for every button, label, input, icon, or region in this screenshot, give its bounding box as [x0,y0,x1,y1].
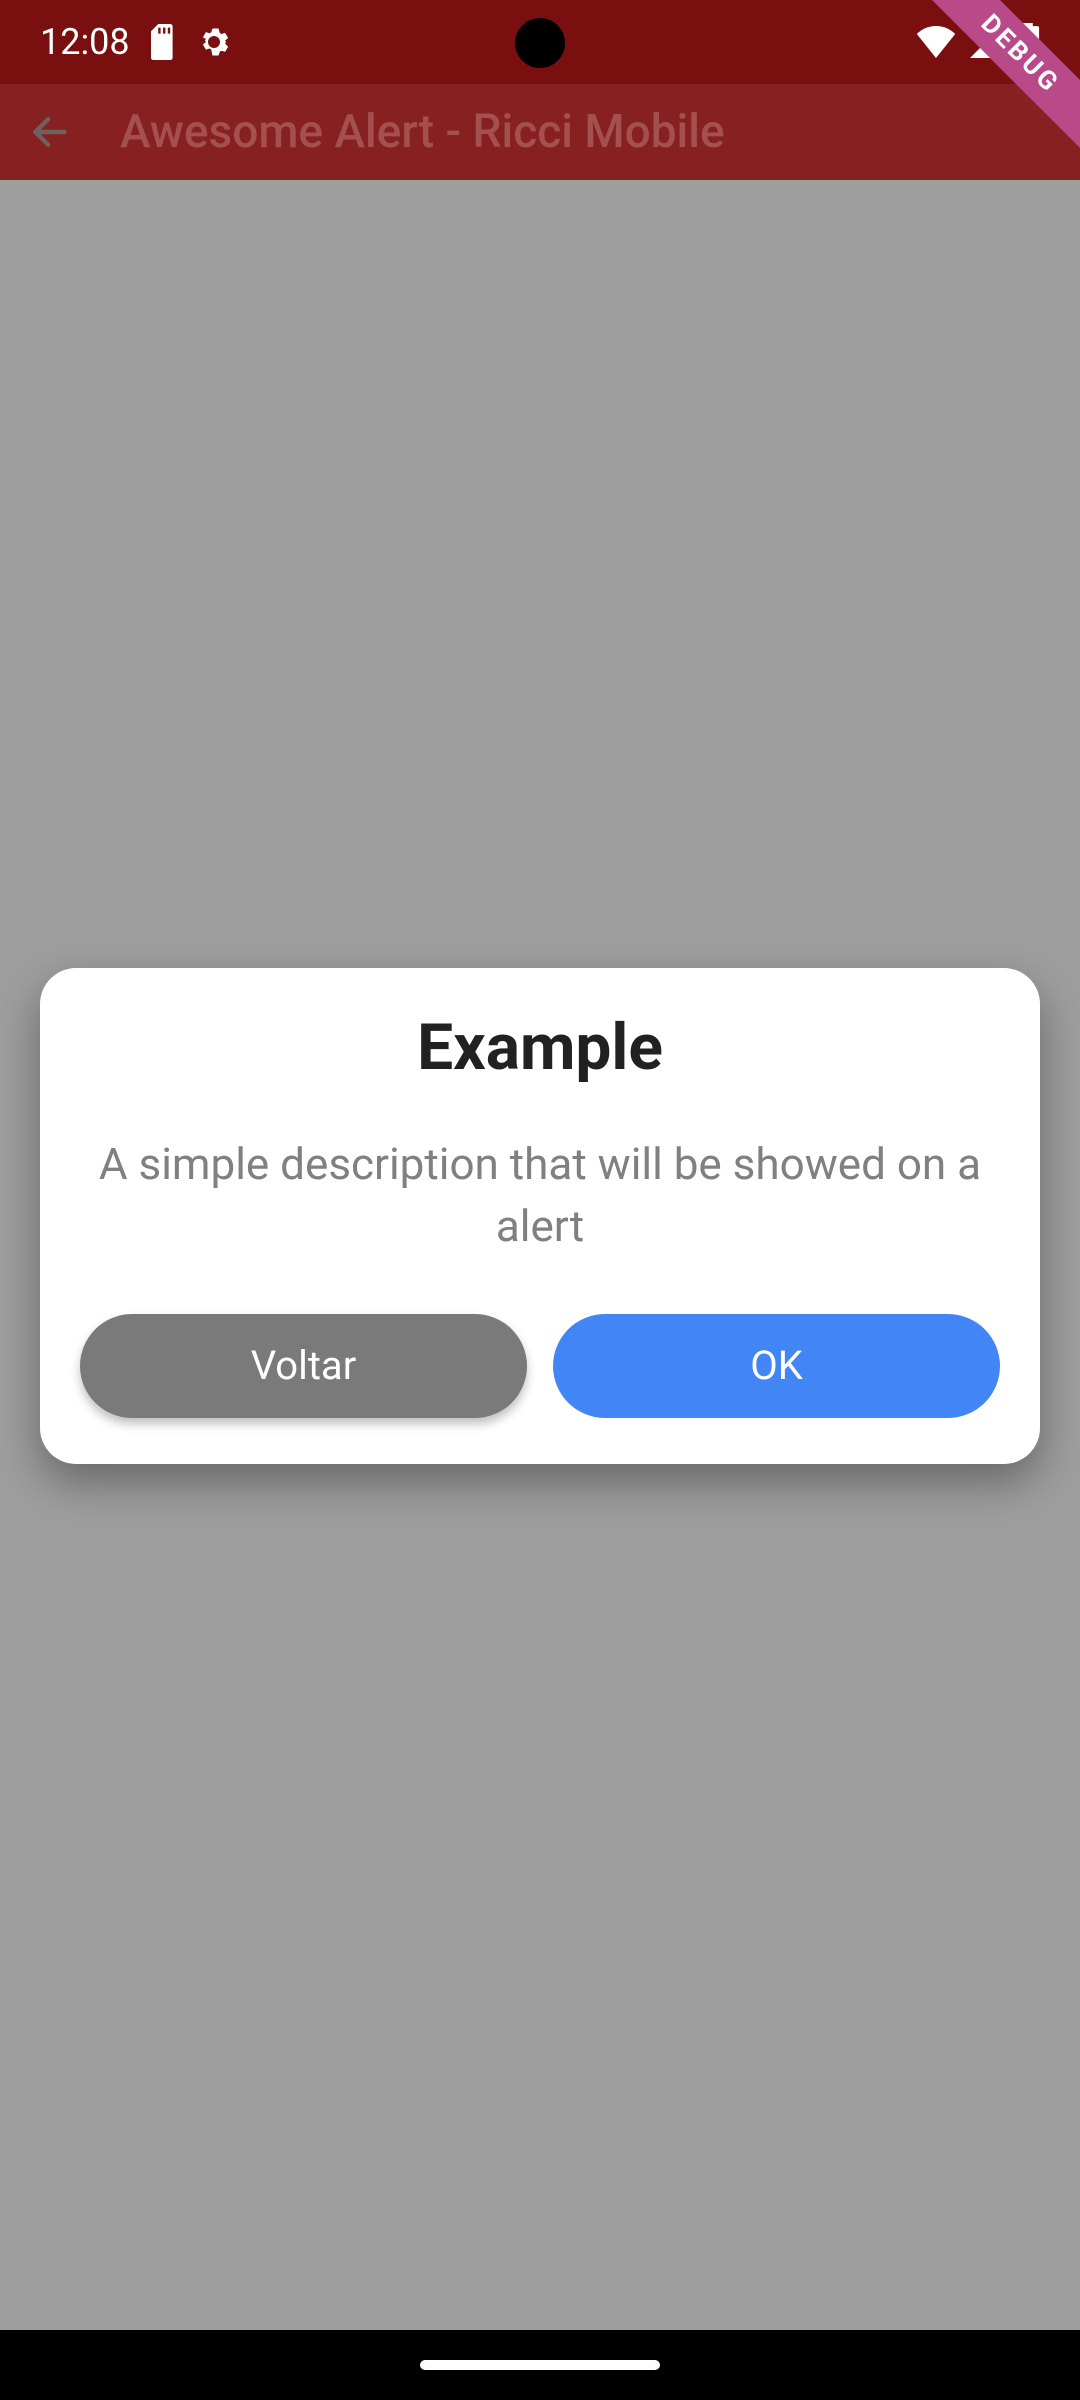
ok-button-label: OK [750,1342,803,1389]
dialog-title: Example [80,1010,1000,1085]
alert-dialog: Example A simple description that will b… [40,968,1040,1464]
cancel-button[interactable]: Voltar [80,1314,527,1418]
ok-button[interactable]: OK [553,1314,1000,1418]
dialog-button-row: Voltar OK [80,1314,1000,1418]
dialog-description: A simple description that will be showed… [80,1133,1000,1258]
cancel-button-label: Voltar [251,1342,357,1389]
